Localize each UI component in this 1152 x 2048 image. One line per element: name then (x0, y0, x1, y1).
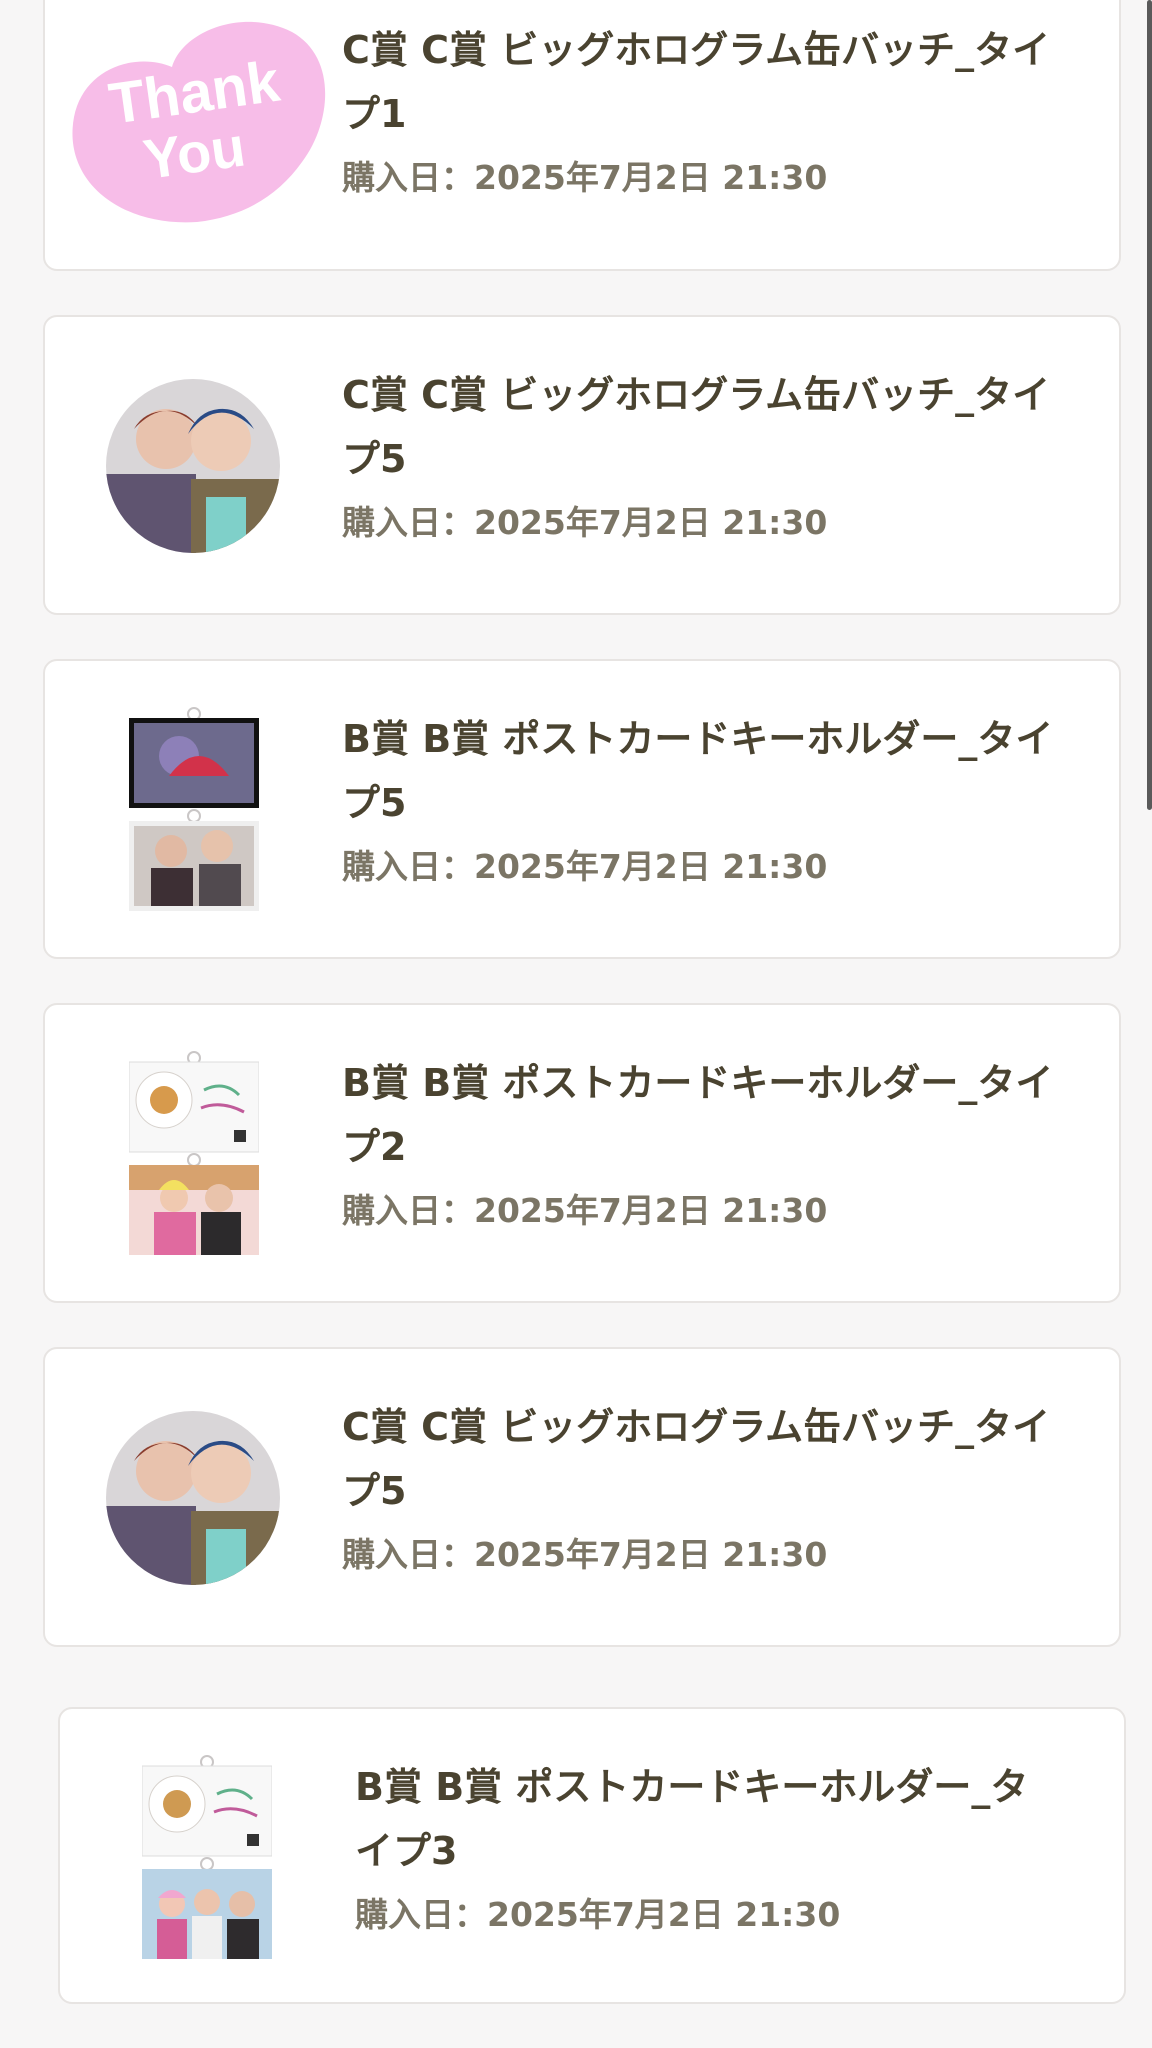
scrollbar[interactable] (1147, 0, 1152, 810)
product-title: C賞 C賞 ビッグホログラム缶バッチ_タイプ5 (342, 373, 1051, 481)
product-title: C賞 C賞 ビッグホログラム缶バッチ_タイプ5 (342, 1405, 1051, 1513)
purchase-date: 購入日：2025年7月2日 21:30 (342, 158, 828, 197)
thank-you-heart-image: Thank You (62, 12, 332, 232)
purchase-card[interactable]: C賞 C賞 ビッグホログラム缶バッチ_タイプ5 購入日：2025年7月2日 21… (43, 315, 1121, 615)
can-badge-photo (106, 1411, 280, 1585)
product-title: B賞 B賞 ポストカードキーホルダー_タイプ2 (342, 1061, 1054, 1169)
purchase-date: 購入日：2025年7月2日 21:30 (342, 847, 828, 886)
product-title: C賞 C賞 ビッグホログラム缶バッチ_タイプ1 (342, 28, 1051, 136)
purchase-card[interactable]: C賞 C賞 ビッグホログラム缶バッチ_タイプ5 購入日：2025年7月2日 21… (43, 1347, 1121, 1647)
purchase-card[interactable]: Thank You C賞 C賞 ビッグホログラム缶バッチ_タイプ1 購入日：20… (43, 0, 1121, 271)
can-badge-photo (106, 379, 280, 553)
purchase-date: 購入日：2025年7月2日 21:30 (342, 503, 828, 542)
postcard-keyholder-photo (129, 706, 259, 911)
purchase-card[interactable]: B賞 B賞 ポストカードキーホルダー_タイプ2 購入日：2025年7月2日 21… (43, 1003, 1121, 1303)
product-title: B賞 B賞 ポストカードキーホルダー_タイプ3 (355, 1765, 1029, 1873)
postcard-keyholder-photo (142, 1754, 272, 1959)
postcard-keyholder-photo (129, 1050, 259, 1255)
product-title: B賞 B賞 ポストカードキーホルダー_タイプ5 (342, 717, 1054, 825)
purchase-date: 購入日：2025年7月2日 21:30 (342, 1535, 828, 1574)
purchase-card[interactable]: B賞 B賞 ポストカードキーホルダー_タイプ3 購入日：2025年7月2日 21… (58, 1707, 1126, 2004)
purchase-date: 購入日：2025年7月2日 21:30 (355, 1895, 841, 1934)
purchase-date: 購入日：2025年7月2日 21:30 (342, 1191, 828, 1230)
purchase-card[interactable]: B賞 B賞 ポストカードキーホルダー_タイプ5 購入日：2025年7月2日 21… (43, 659, 1121, 959)
